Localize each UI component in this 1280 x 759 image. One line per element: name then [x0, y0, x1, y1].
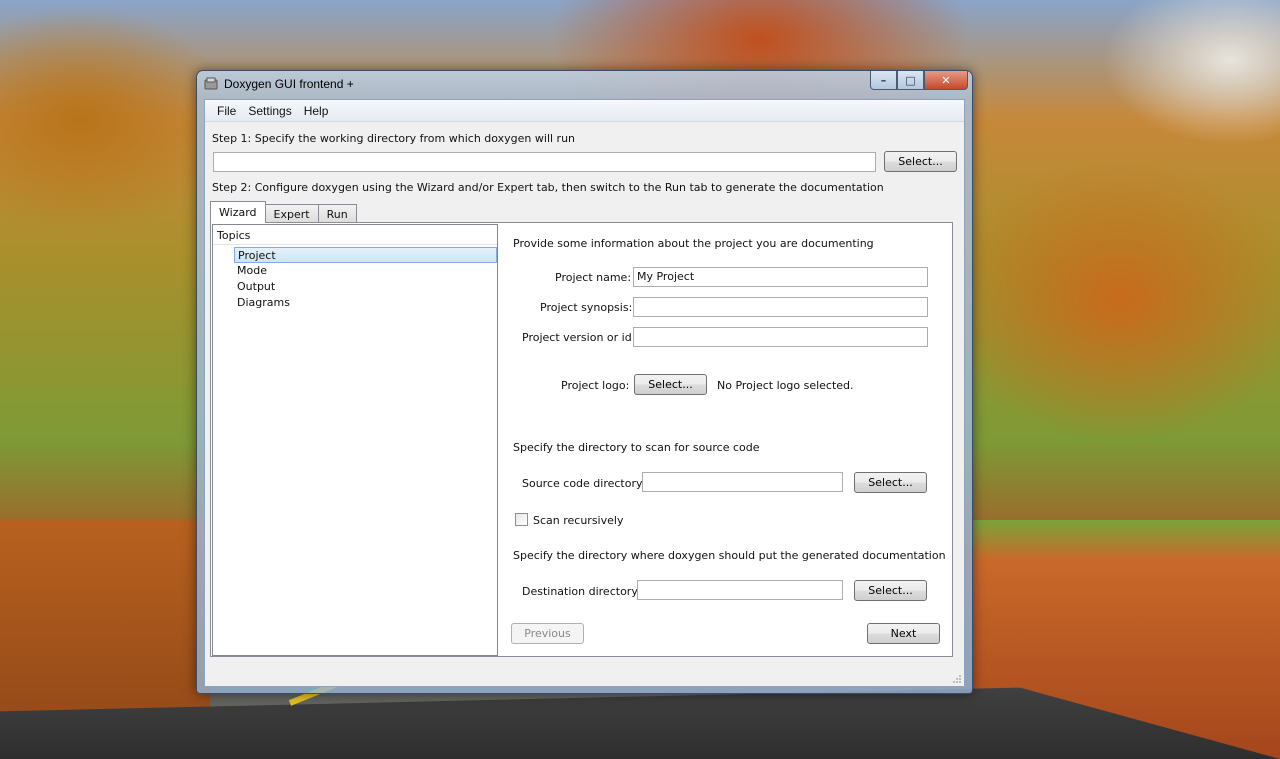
separator-source — [513, 428, 937, 429]
scan-recursively-checkbox[interactable] — [515, 513, 528, 526]
project-logo-select-button[interactable]: Select... — [634, 374, 707, 395]
resize-grip-icon[interactable] — [952, 674, 962, 684]
menu-help[interactable]: Help — [298, 104, 335, 118]
destination-dir-select-button[interactable]: Select... — [854, 580, 927, 601]
step2-label: Step 2: Configure doxygen using the Wiza… — [212, 181, 884, 194]
project-name-label: Project name: — [555, 271, 632, 284]
window-title: Doxygen GUI frontend + — [224, 77, 354, 91]
project-synopsis-field[interactable] — [633, 297, 928, 317]
topic-output[interactable]: Output — [234, 279, 497, 295]
maximize-button[interactable]: □ — [897, 71, 924, 90]
caption-buttons: – □ ✕ — [870, 71, 968, 90]
close-icon: ✕ — [941, 73, 951, 87]
previous-button[interactable]: Previous — [511, 623, 584, 644]
working-directory-field[interactable] — [213, 152, 876, 172]
doxygen-app-icon — [204, 77, 218, 90]
source-dir-label: Source code directory: — [522, 477, 646, 490]
project-logo-label: Project logo: — [561, 379, 630, 392]
topic-mode[interactable]: Mode — [234, 263, 497, 279]
topics-header: Topics — [213, 225, 497, 245]
next-button[interactable]: Next — [867, 623, 940, 644]
destination-dir-field[interactable] — [637, 580, 843, 600]
project-name-field[interactable]: My Project — [633, 267, 928, 287]
doxygen-window: Doxygen GUI frontend + – □ ✕ File Settin… — [196, 70, 973, 694]
tab-bar: Wizard Expert Run — [210, 201, 357, 223]
topic-project[interactable]: Project — [234, 247, 497, 263]
tab-wizard[interactable]: Wizard — [210, 201, 266, 223]
tab-expert[interactable]: Expert — [264, 204, 319, 223]
topic-diagrams[interactable]: Diagrams — [234, 295, 497, 311]
project-version-field[interactable] — [633, 327, 928, 347]
step1-label: Step 1: Specify the working directory fr… — [212, 132, 576, 145]
project-synopsis-label: Project synopsis: — [540, 301, 633, 314]
source-dir-field[interactable] — [642, 472, 843, 492]
menu-bar: File Settings Help — [205, 100, 964, 122]
project-version-label: Project version or id: — [522, 331, 636, 344]
source-intro: Specify the directory to scan for source… — [513, 441, 760, 454]
maximize-icon: □ — [905, 73, 916, 87]
tab-run[interactable]: Run — [317, 204, 357, 223]
destination-dir-label: Destination directory: — [522, 585, 641, 598]
working-directory-select-button[interactable]: Select... — [884, 151, 957, 172]
window-client-area: File Settings Help Step 1: Specify the w… — [204, 99, 965, 687]
menu-file[interactable]: File — [211, 104, 242, 118]
destination-intro: Specify the directory where doxygen shou… — [513, 549, 946, 562]
project-logo-status: No Project logo selected. — [717, 379, 854, 392]
source-dir-select-button[interactable]: Select... — [854, 472, 927, 493]
topics-tree[interactable]: Topics Project Mode Output Diagrams — [212, 224, 498, 656]
close-button[interactable]: ✕ — [924, 71, 968, 90]
scan-recursively-label: Scan recursively — [533, 514, 624, 527]
wizard-pane: Topics Project Mode Output Diagrams Prov… — [210, 222, 953, 657]
title-bar[interactable]: Doxygen GUI frontend + – □ ✕ — [197, 71, 972, 99]
menu-settings[interactable]: Settings — [242, 104, 297, 118]
separator-destination — [513, 536, 937, 537]
minimize-button[interactable]: – — [870, 71, 897, 90]
project-intro: Provide some information about the proje… — [513, 237, 874, 250]
minimize-icon: – — [880, 73, 887, 87]
